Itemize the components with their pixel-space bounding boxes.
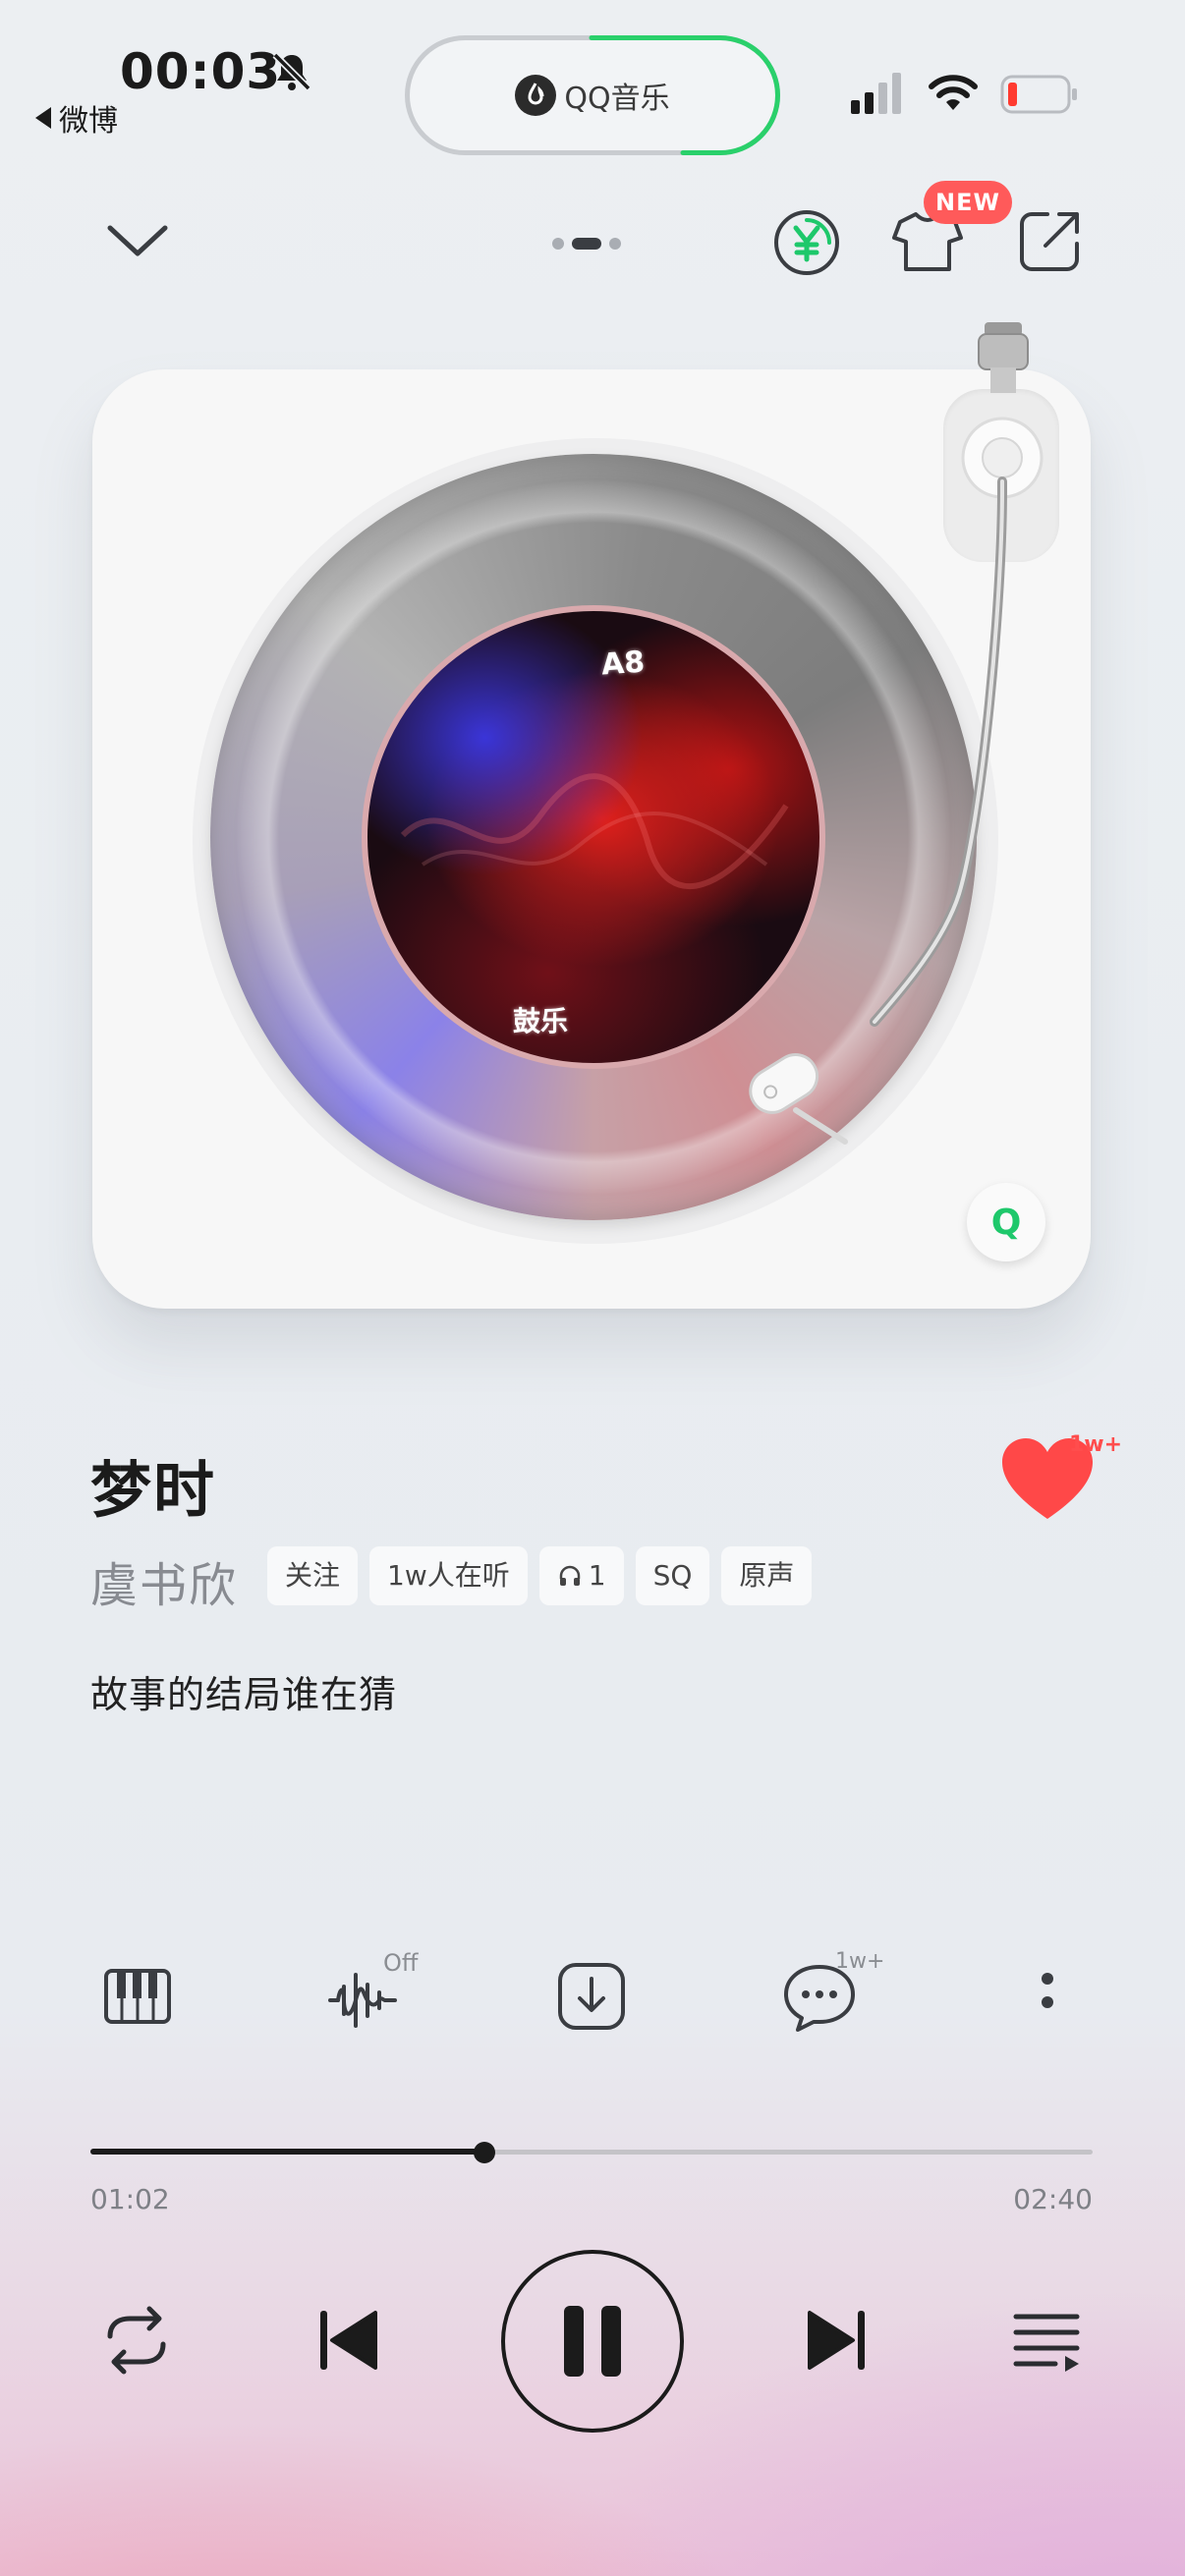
listen-together-tag[interactable]: 1 xyxy=(538,1546,624,1605)
wifi-icon xyxy=(929,75,978,110)
back-to-app-button[interactable]: 微博 xyxy=(35,96,118,140)
cellular-signal-icon xyxy=(851,73,901,114)
pause-button[interactable] xyxy=(501,2250,684,2433)
original-tag[interactable]: 原声 xyxy=(721,1546,813,1605)
next-track-icon[interactable] xyxy=(802,2305,871,2376)
back-arrow-icon xyxy=(35,107,51,129)
qq-music-logo-icon xyxy=(515,75,557,116)
like-count: 1w+ xyxy=(1069,1432,1123,1457)
album-cover-text: 鼓乐 xyxy=(513,1005,569,1037)
follow-button[interactable]: 关注 xyxy=(267,1546,359,1605)
total-time: 02:40 xyxy=(1013,2183,1093,2215)
album-cover-text: A8 xyxy=(599,644,647,683)
playlist-icon[interactable] xyxy=(1012,2309,1083,2374)
piano-icon[interactable] xyxy=(98,1957,177,2036)
qq-music-q-logo: Q xyxy=(967,1183,1045,1261)
back-app-label: 微博 xyxy=(59,104,118,139)
sq-quality-tag[interactable]: SQ xyxy=(635,1546,710,1605)
page-dot-active xyxy=(572,238,601,250)
pause-icon xyxy=(564,2306,621,2377)
status-time: 00:03 xyxy=(120,43,282,100)
bell-muted-icon xyxy=(272,52,311,91)
more-vertical-icon[interactable] xyxy=(1008,1957,1087,2036)
comment-count: 1w+ xyxy=(835,1949,885,1974)
new-badge: NEW xyxy=(924,181,1012,224)
song-title[interactable]: 梦时 xyxy=(90,1440,216,1529)
page-dot xyxy=(609,238,621,250)
share-icon[interactable] xyxy=(1018,208,1083,273)
current-lyric-line[interactable]: 故事的结局谁在猜 xyxy=(90,1664,397,1718)
sound-effect-state: Off xyxy=(383,1949,419,1977)
elapsed-time: 01:02 xyxy=(90,2183,170,2215)
download-icon[interactable] xyxy=(552,1957,631,2036)
vip-yen-icon[interactable] xyxy=(772,208,841,277)
tonearm[interactable] xyxy=(727,305,1081,1169)
listen-together-count: 1 xyxy=(588,1559,606,1592)
song-tags: 关注 1w人在听 1 SQ 原声 xyxy=(267,1546,813,1605)
chevron-down-icon[interactable] xyxy=(102,210,173,269)
battery-icon xyxy=(1000,75,1077,114)
headphones-icon xyxy=(559,1565,580,1586)
artist-name[interactable]: 虞书欣 xyxy=(90,1546,238,1615)
progress-fill xyxy=(90,2149,484,2155)
page-indicator xyxy=(552,236,633,252)
listeners-tag[interactable]: 1w人在听 xyxy=(369,1546,528,1605)
page-dot xyxy=(552,238,564,250)
progress-knob[interactable] xyxy=(473,2142,495,2163)
repeat-icon[interactable] xyxy=(96,2303,177,2378)
previous-track-icon[interactable] xyxy=(314,2305,383,2376)
island-app-label: QQ音乐 xyxy=(564,82,670,116)
